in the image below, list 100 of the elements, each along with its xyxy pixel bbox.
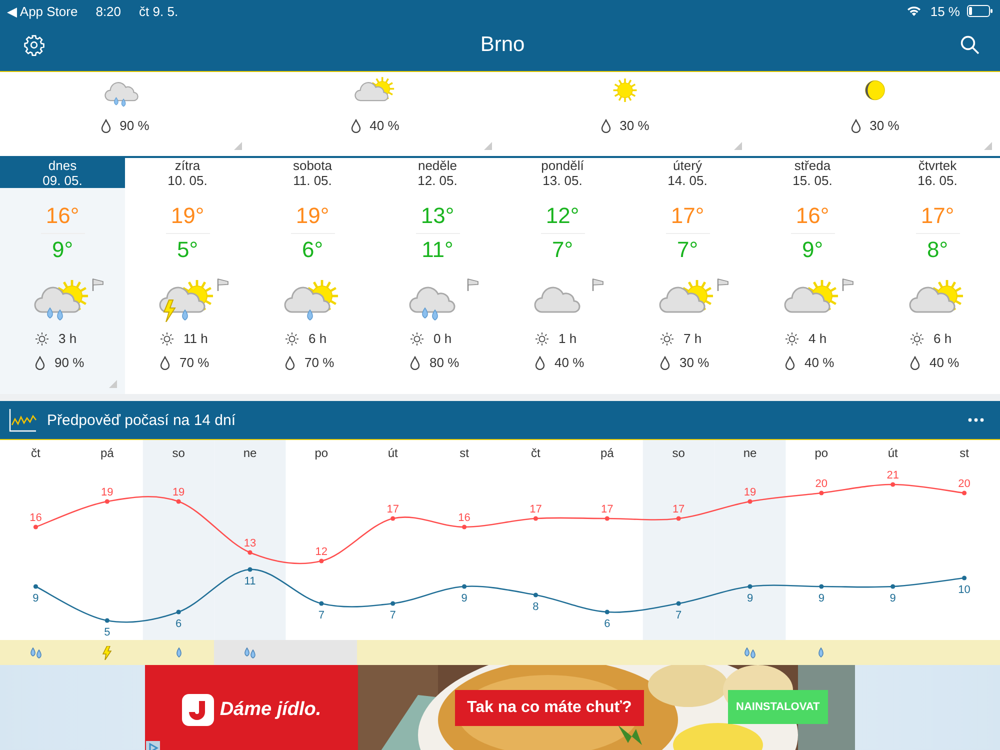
temperature-value-label: 19 xyxy=(172,486,185,498)
temperature-value-label: 17 xyxy=(601,504,614,516)
brand-name: Dáme jídlo. xyxy=(220,699,322,721)
temperature-value-label: 19 xyxy=(744,486,756,498)
day-name: středa xyxy=(794,158,831,173)
sun-outline-icon xyxy=(784,332,798,346)
clock-time: 8:20 xyxy=(96,4,122,18)
precipitation-value: 70 % xyxy=(180,355,210,370)
temperature-value-label: 12 xyxy=(315,546,328,558)
temperature-value-label: 16 xyxy=(30,512,42,524)
day-date: 15. 05. xyxy=(792,173,832,188)
corner-resize-icon xyxy=(234,142,242,150)
corner-resize-icon xyxy=(984,142,992,150)
sunshine-hours: 0 h xyxy=(434,331,452,346)
temperature-value-label: 7 xyxy=(318,610,324,622)
day-forecast-column[interactable]: úterý 14. 05. 17° 7° 7 h 30 % xyxy=(625,158,750,394)
ad-brand-panel[interactable]: Dáme jídlo. xyxy=(145,665,358,750)
precipitation-value: 30 % xyxy=(680,355,710,370)
weekday-label: út xyxy=(888,446,898,460)
weekday-label: st xyxy=(960,446,969,460)
weekday-label: čt xyxy=(31,446,40,460)
sun-outline-icon xyxy=(910,332,924,346)
precipitation-value: 40 % xyxy=(930,355,960,370)
day-date: 09. 05. xyxy=(42,173,82,188)
temperature-value-label: 13 xyxy=(244,538,256,550)
weekday-label: st xyxy=(460,446,469,460)
day-forecast-column[interactable]: neděle 12. 05. 13° 11° 0 h 80 % xyxy=(375,158,500,394)
more-icon[interactable] xyxy=(968,418,984,422)
day-name: pondělí xyxy=(541,158,584,173)
raindrop-icon xyxy=(534,356,544,370)
day-forecast-column[interactable]: dnes 09. 05. 16° 9° 3 h 90 % xyxy=(0,158,125,394)
corner-resize-icon xyxy=(734,142,742,150)
day-name: čtvrtek xyxy=(918,158,957,173)
low-temperature: 7° xyxy=(676,238,698,262)
temperature-value-label: 9 xyxy=(32,592,39,604)
logo-icon xyxy=(182,694,214,726)
temperature-value-label: 21 xyxy=(886,470,899,482)
day-forecast-column[interactable]: sobota 11. 05. 19° 6° 6 h 70 % xyxy=(250,158,375,394)
battery-icon xyxy=(967,5,993,17)
hourly-forecast-card[interactable]: 30 % xyxy=(500,72,750,156)
temperature-value-label: 16 xyxy=(458,512,470,524)
status-date: čt 9. 5. xyxy=(139,4,178,18)
day-name: neděle xyxy=(418,158,458,173)
precipitation-value: 30 % xyxy=(620,118,650,133)
sunshine-hours: 4 h xyxy=(808,331,827,346)
sun-outline-icon xyxy=(160,332,174,346)
temperature-value-label: 6 xyxy=(176,618,182,630)
raindrop-icon xyxy=(174,646,183,658)
low-temperature: 7° xyxy=(552,238,574,262)
sunshine-hours: 6 h xyxy=(934,331,952,346)
sunshine-hours: 6 h xyxy=(308,331,327,346)
weekday-label: út xyxy=(388,446,398,460)
battery-percent: 15 % xyxy=(930,4,960,18)
raindrop-icon xyxy=(160,356,170,370)
weekday-label: ne xyxy=(243,446,257,460)
raindrop-icon xyxy=(600,118,611,132)
day-forecast-column[interactable]: středa 15. 05. 16° 9° 4 h 40 % xyxy=(750,158,875,394)
high-temperature: 19° xyxy=(296,204,330,228)
hourly-forecast-card[interactable]: 90 % xyxy=(0,72,250,156)
temperature-value-label: 7 xyxy=(390,610,396,622)
high-temperature: 17° xyxy=(920,204,954,228)
low-temperature: 8° xyxy=(926,238,948,262)
day-forecast-column[interactable]: zítra 10. 05. 19° 5° 11 h 70 % xyxy=(125,158,250,394)
day-name: zítra xyxy=(174,158,200,173)
raindrop-icon xyxy=(100,118,111,132)
temperature-value-label: 5 xyxy=(104,626,110,638)
raindrop-icon xyxy=(817,646,826,658)
precipitation-value: 70 % xyxy=(304,355,334,370)
temperature-value-label: 9 xyxy=(890,592,896,604)
back-to-app-store-link[interactable]: ◀ App Store xyxy=(7,4,78,18)
sunshine-hours: 7 h xyxy=(684,331,702,346)
weekday-label: čt xyxy=(531,446,540,460)
day-forecast-column[interactable]: pondělí 13. 05. 12° 7° 1 h 40 % xyxy=(500,158,625,394)
raindrop-icon xyxy=(350,118,361,132)
day-forecast-column[interactable]: čtvrtek 16. 05. 17° 8° 6 h 40 % xyxy=(875,158,1000,394)
high-temperature: 16° xyxy=(796,204,830,228)
temperature-value-label: 20 xyxy=(958,478,970,490)
weekday-label: po xyxy=(814,446,828,460)
wifi-icon xyxy=(906,5,922,17)
raindrop-icon xyxy=(784,356,794,370)
hourly-forecast-card[interactable]: 30 % xyxy=(750,72,1000,156)
temperature-value-label: 9 xyxy=(746,592,754,604)
precipitation-value: 30 % xyxy=(870,118,900,133)
weekday-label: pá xyxy=(100,446,114,460)
raindrop-icon xyxy=(284,356,294,370)
search-icon[interactable] xyxy=(960,34,980,54)
hourly-forecast-card[interactable]: 40 % xyxy=(250,72,500,156)
precipitation-value: 40 % xyxy=(370,118,400,133)
sunshine-hours: 11 h xyxy=(184,331,208,346)
city-title: Brno xyxy=(480,32,525,56)
settings-icon[interactable] xyxy=(23,34,45,56)
day-name: dnes xyxy=(48,158,77,173)
temperature-value-label: 17 xyxy=(386,504,399,516)
low-temperature: 9° xyxy=(802,238,824,262)
temperature-value-label: 20 xyxy=(815,478,828,490)
high-temperature: 13° xyxy=(420,204,454,228)
day-date: 14. 05. xyxy=(668,173,708,188)
temperature-value-label: 9 xyxy=(461,592,468,604)
section-title: Předpověď počasí na 14 dní xyxy=(47,412,237,428)
high-temperature: 17° xyxy=(670,204,704,228)
